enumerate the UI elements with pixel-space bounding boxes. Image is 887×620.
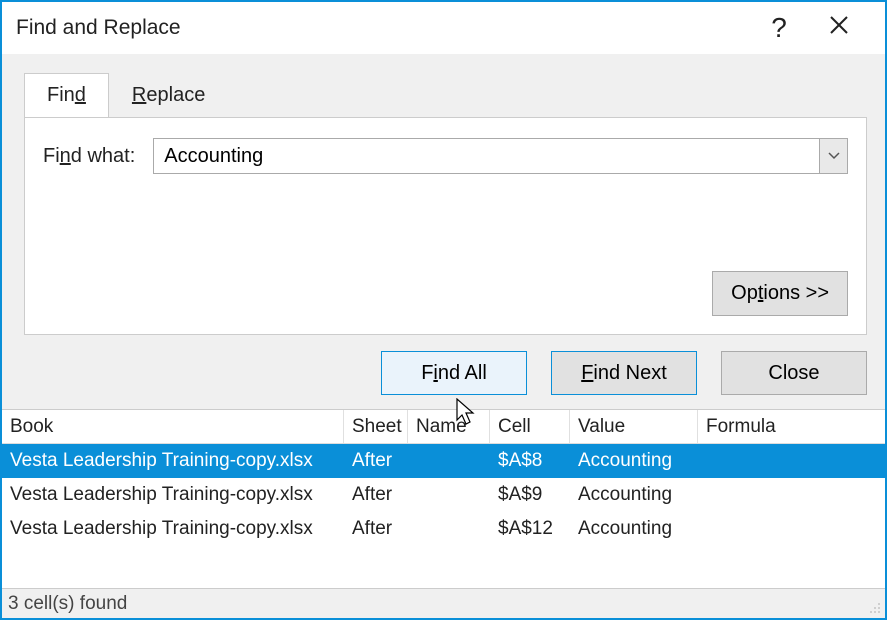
col-header-formula[interactable]: Formula — [698, 410, 885, 443]
tab-strip: Find Replace — [24, 73, 867, 118]
table-row[interactable]: Vesta Leadership Training-copy.xlsxAfter… — [2, 444, 885, 478]
col-header-name[interactable]: Name — [408, 410, 490, 443]
col-header-value[interactable]: Value — [570, 410, 698, 443]
results-table: Book Sheet Name Cell Value Formula Vesta… — [2, 409, 885, 546]
col-header-book[interactable]: Book — [2, 410, 344, 443]
table-row[interactable]: Vesta Leadership Training-copy.xlsxAfter… — [2, 478, 885, 512]
find-next-button[interactable]: Find Next — [551, 351, 697, 395]
find-what-input[interactable] — [154, 139, 819, 173]
chevron-down-icon[interactable] — [819, 139, 847, 173]
help-button[interactable]: ? — [749, 12, 809, 44]
find-what-label: Find what: — [43, 145, 135, 168]
button-row: Find All Find Next Close — [24, 335, 867, 409]
col-header-cell[interactable]: Cell — [490, 410, 570, 443]
dialog-title: Find and Replace — [16, 16, 749, 40]
results-header: Book Sheet Name Cell Value Formula — [2, 410, 885, 444]
col-header-sheet[interactable]: Sheet — [344, 410, 408, 443]
resize-grip-icon[interactable] — [867, 600, 881, 614]
results-body: Vesta Leadership Training-copy.xlsxAfter… — [2, 444, 885, 546]
tab-replace[interactable]: Replace — [109, 73, 228, 118]
find-what-row: Find what: — [43, 138, 848, 174]
close-icon[interactable] — [809, 15, 869, 41]
titlebar: Find and Replace ? — [2, 2, 885, 54]
tab-find[interactable]: Find — [24, 73, 109, 118]
close-button[interactable]: Close — [721, 351, 867, 395]
find-all-button[interactable]: Find All — [381, 351, 527, 395]
table-row[interactable]: Vesta Leadership Training-copy.xlsxAfter… — [2, 512, 885, 546]
status-text: 3 cell(s) found — [8, 593, 127, 615]
find-panel: Find what: Options >> — [24, 117, 867, 335]
find-what-combo — [153, 138, 848, 174]
statusbar: 3 cell(s) found — [2, 588, 885, 618]
options-button[interactable]: Options >> — [712, 271, 848, 316]
dialog-body: Find Replace Find what: Options >> Find … — [2, 54, 885, 409]
